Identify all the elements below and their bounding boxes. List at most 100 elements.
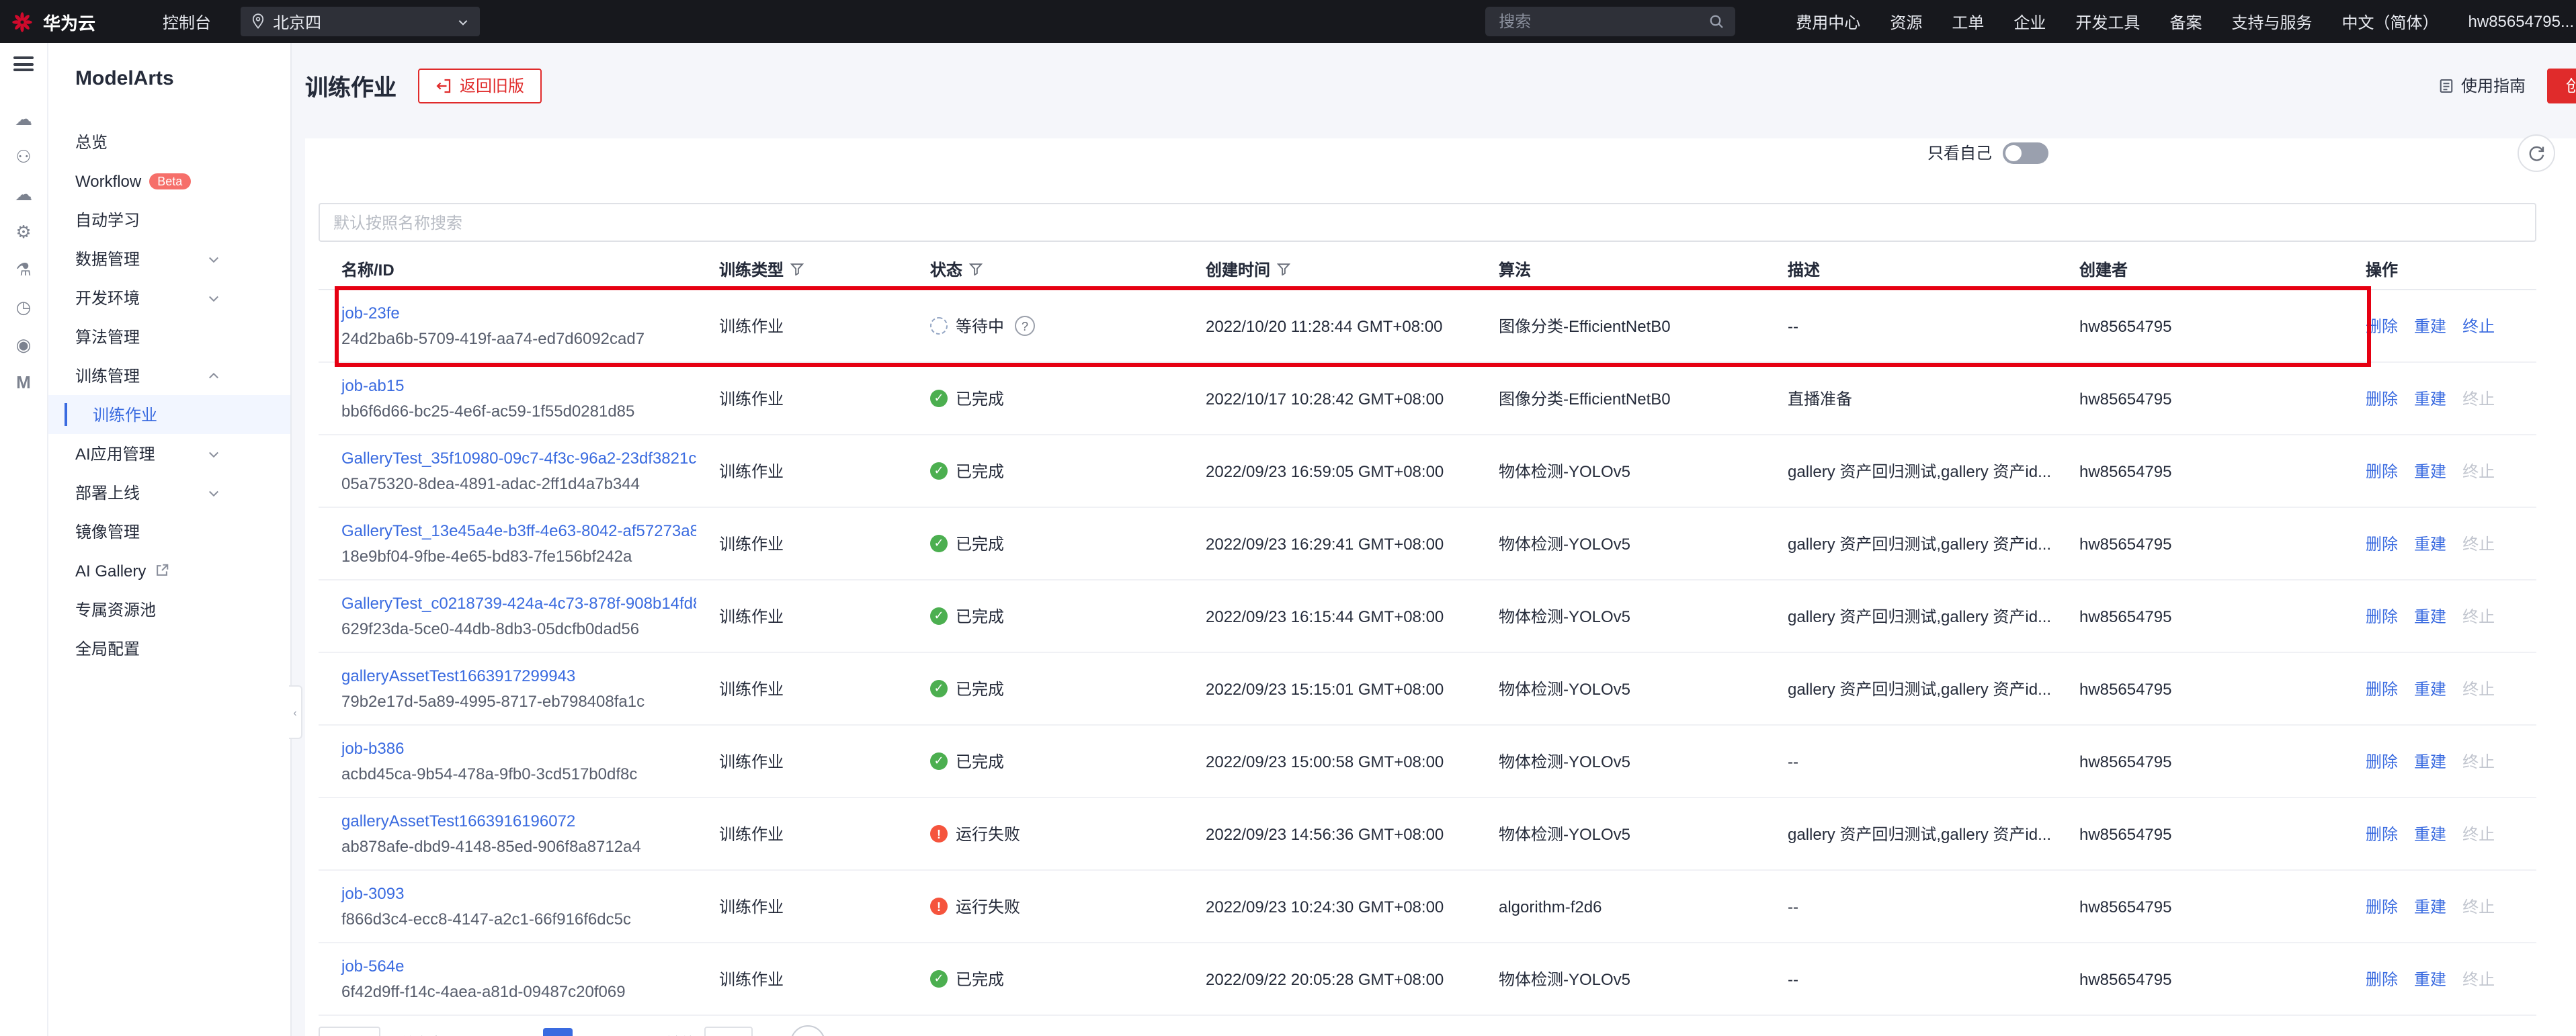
page-number[interactable]: 2 [579, 1028, 608, 1036]
sidebar-item-0[interactable]: 总览 [48, 122, 290, 161]
sidebar-collapse-handle[interactable]: ‹ [289, 685, 302, 739]
sidebar-item-6[interactable]: 训练管理 [48, 356, 290, 395]
rebuild-link[interactable]: 重建 [2414, 677, 2446, 700]
rebuild-link[interactable]: 重建 [2414, 895, 2446, 918]
rebuild-link[interactable]: 重建 [2414, 822, 2446, 845]
sidebar-item-12[interactable]: 全局配置 [48, 629, 290, 668]
help-icon[interactable]: ? [1015, 316, 1035, 336]
job-name-link[interactable]: GalleryTest_35f10980-09c7-4f3c-96a2-23df… [341, 446, 696, 471]
filter-icon[interactable] [1277, 262, 1290, 275]
delete-link[interactable]: 删除 [2366, 387, 2398, 410]
sidebar-item-4[interactable]: 开发环境 [48, 278, 290, 317]
page-size-select[interactable]: 10 [319, 1027, 380, 1036]
terminate-link[interactable]: 终止 [2462, 967, 2495, 990]
terminate-link[interactable]: 终止 [2462, 387, 2495, 410]
user-icon[interactable]: ◉ [16, 335, 32, 356]
terminate-link[interactable]: 终止 [2462, 895, 2495, 918]
delete-link[interactable]: 删除 [2366, 895, 2398, 918]
compute-icon[interactable]: ⚙ [15, 222, 31, 243]
topnav-link-3[interactable]: 企业 [2013, 10, 2046, 33]
history-icon[interactable]: ◷ [16, 297, 32, 318]
delete-link[interactable]: 删除 [2366, 822, 2398, 845]
global-search-input[interactable] [1496, 11, 1676, 32]
goto-page-button[interactable]: ▶ [791, 1025, 826, 1036]
huawei-logo-icon[interactable] [11, 10, 34, 33]
delete-link[interactable]: 删除 [2366, 605, 2398, 628]
back-to-old-version-button[interactable]: 返回旧版 [418, 68, 542, 103]
job-name-link[interactable]: galleryAssetTest1663917299943 [341, 664, 696, 689]
algorithm: 物体检测-YOLOv5 [1476, 460, 1765, 482]
filter-icon[interactable] [790, 262, 804, 275]
terminate-link[interactable]: 终止 [2462, 677, 2495, 700]
organization-icon[interactable]: ⚇ [15, 146, 31, 168]
terminate-link[interactable]: 终止 [2462, 750, 2495, 773]
delete-link[interactable]: 删除 [2366, 677, 2398, 700]
delete-link[interactable]: 删除 [2366, 967, 2398, 990]
sidebar-item-2[interactable]: 自动学习 [48, 200, 290, 239]
sidebar-item-8[interactable]: 部署上线 [48, 473, 290, 512]
sidebar-item-7[interactable]: AI应用管理 [48, 434, 290, 473]
topnav-link-7[interactable]: 中文（简体） [2342, 10, 2439, 33]
modelarts-icon[interactable]: M [16, 372, 31, 394]
job-name-link[interactable]: GalleryTest_c0218739-424a-4c73-878f-908b… [341, 591, 696, 616]
menu-icon[interactable] [13, 56, 34, 71]
rebuild-link[interactable]: 重建 [2414, 314, 2446, 337]
table-body: job-23fe 24d2ba6b-5709-419f-aa74-ed7d609… [319, 290, 2536, 1016]
brand-name[interactable]: 华为云 [43, 9, 95, 34]
topnav-link-4[interactable]: 开发工具 [2075, 10, 2140, 33]
sidebar-item-1[interactable]: Workflow Beta [48, 161, 290, 200]
sidebar-item-3[interactable]: 数据管理 [48, 239, 290, 278]
sidebar-item-11[interactable]: 专属资源池 [48, 590, 290, 629]
sidebar-subitem[interactable]: 训练作业 [48, 395, 290, 434]
rebuild-link[interactable]: 重建 [2414, 532, 2446, 555]
page-number[interactable]: 1 [544, 1028, 573, 1036]
sidebar-item-10[interactable]: AI Gallery [48, 551, 290, 590]
job-name-link[interactable]: job-23fe [341, 301, 696, 326]
terminate-link[interactable]: 终止 [2462, 460, 2495, 482]
job-name-link[interactable]: job-564e [341, 954, 696, 979]
create-training-job-button[interactable]: 创建训练作业 [2547, 68, 2576, 103]
filter-icon[interactable] [969, 262, 983, 275]
terminate-link[interactable]: 终止 [2462, 532, 2495, 555]
job-name-link[interactable]: galleryAssetTest1663916196072 [341, 809, 696, 834]
chevron-down-icon [207, 369, 220, 382]
terminate-link[interactable]: 终止 [2462, 314, 2495, 337]
topnav-link-5[interactable]: 备案 [2169, 10, 2202, 33]
delete-link[interactable]: 删除 [2366, 532, 2398, 555]
rebuild-link[interactable]: 重建 [2414, 460, 2446, 482]
rebuild-link[interactable]: 重建 [2414, 967, 2446, 990]
sidebar-item-5[interactable]: 算法管理 [48, 317, 290, 356]
region-selector[interactable]: 北京四 [241, 7, 480, 36]
rebuild-link[interactable]: 重建 [2414, 750, 2446, 773]
topnav-link-8[interactable]: hw85654795... [2468, 12, 2574, 31]
topnav-link-0[interactable]: 费用中心 [1796, 10, 1860, 33]
topnav-link-2[interactable]: 工单 [1952, 10, 1984, 33]
delete-link[interactable]: 删除 [2366, 314, 2398, 337]
rebuild-link[interactable]: 重建 [2414, 387, 2446, 410]
delete-link[interactable]: 删除 [2366, 460, 2398, 482]
job-name-link[interactable]: job-3093 [341, 881, 696, 906]
terminate-link[interactable]: 终止 [2462, 605, 2495, 628]
only-mine-toggle[interactable] [2003, 142, 2048, 163]
job-name-link[interactable]: job-ab15 [341, 374, 696, 398]
goto-page-input[interactable] [705, 1027, 753, 1036]
refresh-button[interactable] [2518, 134, 2555, 172]
cloud-service-icon[interactable]: ☁ [15, 184, 32, 206]
next-page-button[interactable]: › [614, 1033, 638, 1036]
job-search-input[interactable] [319, 203, 2536, 242]
rebuild-link[interactable]: 重建 [2414, 605, 2446, 628]
job-name-link[interactable]: GalleryTest_13e45a4e-b3ff-4e63-8042-af57… [341, 519, 696, 544]
experiment-icon[interactable]: ⚗ [15, 259, 31, 281]
delete-link[interactable]: 删除 [2366, 750, 2398, 773]
topnav-link-1[interactable]: 资源 [1890, 10, 1922, 33]
job-name-link[interactable]: job-b386 [341, 736, 696, 761]
sidebar-item-9[interactable]: 镜像管理 [48, 512, 290, 551]
terminate-link[interactable]: 终止 [2462, 822, 2495, 845]
prev-page-button[interactable]: ‹ [514, 1033, 538, 1036]
user-guide-link[interactable]: 使用指南 [2438, 74, 2526, 97]
search-icon[interactable] [1708, 13, 1725, 30]
cloud-icon[interactable]: ☁ [15, 109, 32, 130]
training-type: 训练作业 [696, 750, 907, 773]
topnav-link-6[interactable]: 支持与服务 [2231, 10, 2312, 33]
console-link[interactable]: 控制台 [163, 10, 211, 33]
